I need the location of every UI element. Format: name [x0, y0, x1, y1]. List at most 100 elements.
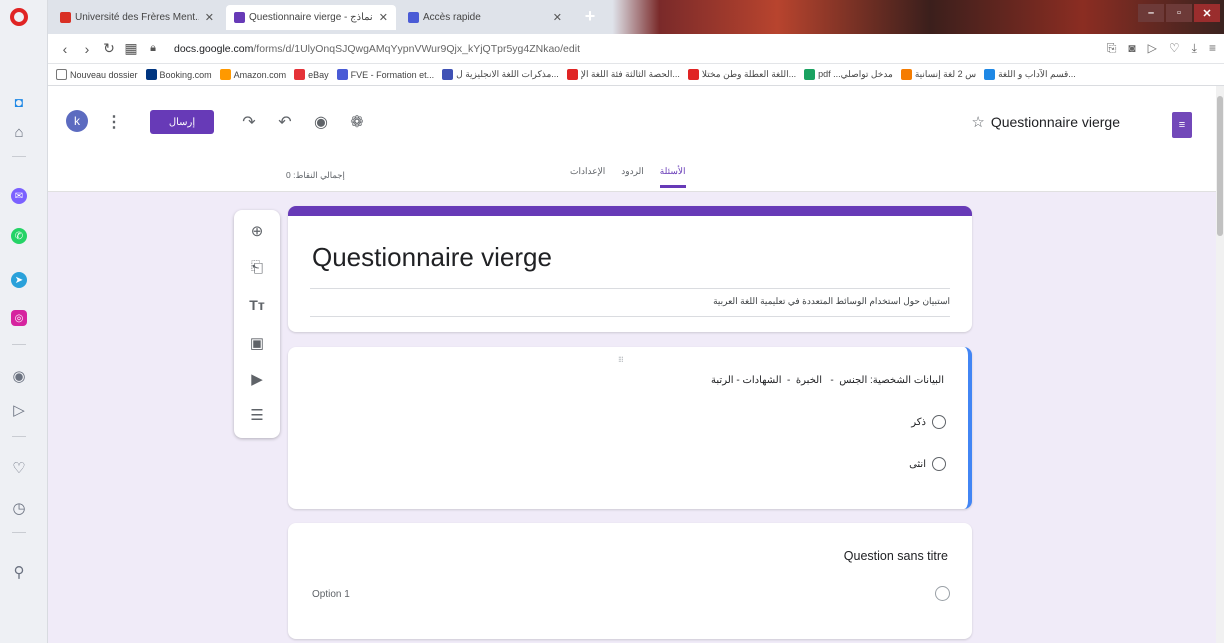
tab-questionnaire[interactable]: Questionnaire vierge - نماذج ✕ — [226, 5, 396, 30]
question-card[interactable]: ⁝⁝⁝ البيانات الشخصية: الجنس - الخبرة - ا… — [288, 347, 972, 509]
bookmark-label: Booking.com — [159, 69, 212, 80]
url-path: /forms/d/1UlyOnqSJQwgAMqYypnVWur9Qjx_kYj… — [253, 42, 580, 55]
heart-icon[interactable]: ♡ — [9, 458, 29, 478]
new-tab-button[interactable]: + — [580, 6, 600, 26]
messenger-icon[interactable]: ✉ — [11, 188, 27, 204]
reload-icon[interactable]: ↻ — [98, 40, 120, 57]
url-field[interactable]: docs.google.com/forms/d/1UlyOnqSJQwgAMqY… — [174, 43, 580, 55]
tab-speed-dial[interactable]: Accès rapide ✕ — [400, 5, 570, 30]
add-title-icon[interactable]: Tт — [246, 294, 268, 316]
bookmark-item[interactable]: Nouveau dossier — [56, 69, 138, 80]
speed-dial-grid-icon[interactable]: ▦ — [120, 40, 142, 57]
folder-icon — [56, 69, 67, 80]
bookmark-item[interactable]: Booking.com — [145, 69, 212, 80]
bookmark-item[interactable]: س 2 لغة إنسانية — [900, 69, 976, 80]
more-options-icon[interactable]: ⋮ — [106, 112, 122, 132]
option-item[interactable]: انثى — [909, 457, 946, 471]
tab-university[interactable]: Université des Frères Ment... ✕ — [52, 5, 222, 30]
redo-icon[interactable]: ↷ — [238, 112, 260, 132]
bookmark-label: Nouveau dossier — [70, 69, 138, 80]
bookmark-item[interactable]: eBay — [294, 69, 329, 80]
opera-logo-icon[interactable] — [10, 8, 28, 26]
speed-dial-icon — [408, 12, 419, 23]
send-button[interactable]: إرسال — [150, 110, 214, 134]
drag-handle-icon[interactable]: ⁝⁝⁝ — [618, 355, 624, 364]
close-window-button[interactable]: ✕ — [1194, 4, 1220, 22]
snapshot-icon[interactable]: ⎘ — [1107, 41, 1117, 56]
bookmark-heart-icon[interactable]: ♡ — [1169, 41, 1180, 56]
instagram-icon[interactable]: ◎ — [11, 310, 27, 326]
home-icon[interactable]: ⌂ — [9, 122, 29, 142]
bookmark-label: FVE - Formation et... — [350, 69, 435, 80]
maximize-button[interactable]: ▫ — [1166, 4, 1192, 22]
tab-responses[interactable]: الردود — [621, 166, 644, 188]
minimize-button[interactable]: – — [1138, 4, 1164, 22]
tab-questions[interactable]: الأسئلة — [659, 166, 686, 188]
bookmark-label: eBay — [308, 69, 329, 80]
question-card[interactable]: Question sans titre Option 1 — [288, 523, 972, 639]
bookmark-label: اللغة العطلة وطن مختلا... — [701, 69, 797, 79]
opera-sidebar: ◘ ⌂ ✉ ✆ ➤ ◎ ◉ ▷ ♡ ◷ ⚲ — [0, 0, 48, 643]
youtube-icon — [566, 69, 578, 80]
close-icon[interactable]: ✕ — [547, 11, 562, 24]
sidebar-divider — [12, 436, 26, 437]
bookmark-item[interactable]: FVE - Formation et... — [336, 69, 435, 80]
option-item[interactable]: ذكر — [911, 415, 946, 429]
add-section-icon[interactable]: ☰ — [246, 404, 268, 426]
star-icon[interactable]: ☆ — [971, 113, 984, 131]
radio-button[interactable] — [935, 586, 950, 601]
avatar[interactable]: k — [66, 110, 88, 132]
player-icon[interactable]: ◉ — [9, 366, 29, 386]
lock-icon: 🔒︎ — [150, 42, 156, 54]
back-icon[interactable]: ‹ — [54, 41, 76, 57]
booking-icon — [145, 69, 157, 80]
menu-icon[interactable]: ≡ — [1209, 41, 1216, 56]
forms-icon — [234, 12, 245, 23]
tab-strip: Université des Frères Ment... ✕ Question… — [48, 0, 1224, 34]
question-title[interactable]: البيانات الشخصية: الجنس - الخبرة - الشها… — [711, 375, 944, 386]
import-questions-icon[interactable]: ⎗ — [246, 256, 268, 278]
camera-icon[interactable]: ◙ — [1128, 41, 1135, 56]
bookmark-label: الحصة الثالثة فئة اللغة الإ... — [580, 69, 680, 79]
bookmark-label: قسم الآداب و اللغة... — [998, 69, 1076, 79]
form-title[interactable]: Questionnaire vierge — [312, 242, 552, 273]
tab-settings[interactable]: الإعدادات — [570, 166, 605, 188]
flow-icon[interactable]: ▷ — [9, 400, 29, 420]
palette-icon[interactable]: ❁ — [346, 112, 368, 132]
telegram-icon[interactable]: ➤ — [11, 272, 27, 288]
radio-button[interactable] — [932, 415, 946, 429]
opera-home-icon[interactable]: ◘ — [9, 92, 29, 112]
sidebar-divider — [12, 344, 26, 345]
history-icon[interactable]: ◷ — [9, 498, 29, 518]
add-image-icon[interactable]: ▣ — [246, 332, 268, 354]
bookmark-item[interactable]: pdf ...مدخل تواصلي — [804, 69, 893, 80]
pin-icon[interactable]: ⚲ — [9, 562, 29, 582]
document-title[interactable]: Questionnaire vierge — [991, 114, 1120, 130]
question-title[interactable]: Question sans titre — [844, 549, 948, 563]
download-icon[interactable]: ⤓ — [1192, 41, 1197, 56]
send-icon[interactable]: ▷ — [1148, 41, 1157, 56]
site-icon — [442, 69, 454, 80]
add-question-icon[interactable]: ⊕ — [246, 220, 268, 242]
drive-icon — [804, 69, 816, 80]
forms-header: k ⋮ إرسال ↷ ↶ ◉ ❁ ☆ Questionnaire vierge… — [48, 86, 1216, 192]
radio-button[interactable] — [932, 457, 946, 471]
bookmark-item[interactable]: اللغة العطلة وطن مختلا... — [687, 69, 797, 80]
whatsapp-icon[interactable]: ✆ — [11, 228, 27, 244]
add-video-icon[interactable]: ▶ — [246, 368, 268, 390]
preview-eye-icon[interactable]: ◉ — [310, 112, 332, 132]
form-description[interactable]: استبيان حول استخدام الوسائط المتعددة في … — [713, 296, 950, 307]
forward-icon[interactable]: › — [76, 41, 98, 57]
form-title-card: Questionnaire vierge استبيان حول استخدام… — [288, 206, 972, 332]
close-icon[interactable]: ✕ — [199, 11, 214, 24]
form-tabs: الإعدادات الردود الأسئلة — [570, 166, 686, 188]
bookmark-item[interactable]: الحصة الثالثة فئة اللغة الإ... — [566, 69, 680, 80]
bookmark-item[interactable]: Amazon.com — [219, 69, 286, 80]
undo-icon[interactable]: ↶ — [274, 112, 296, 132]
description-underline — [310, 316, 950, 317]
forms-logo-icon[interactable]: ≡ — [1172, 112, 1192, 138]
close-icon[interactable]: ✕ — [373, 11, 388, 24]
bookmark-item[interactable]: مذكرات اللغة الانجليزية ل... — [442, 69, 559, 80]
bookmark-item[interactable]: قسم الآداب و اللغة... — [984, 69, 1076, 80]
scrollbar-thumb[interactable] — [1217, 96, 1223, 236]
